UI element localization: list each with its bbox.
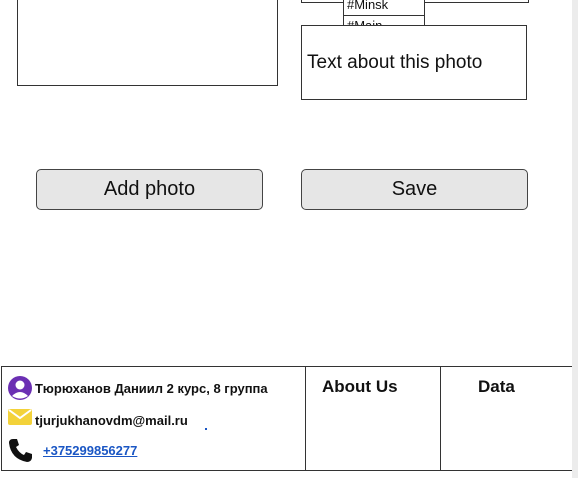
footer-divider [305, 367, 306, 470]
contact-name-row: Тюрюханов Даниил 2 курс, 8 группа [7, 375, 268, 401]
scrollbar-track[interactable] [572, 0, 578, 478]
tag-item[interactable]: #Minsk [343, 0, 425, 16]
user-circle-icon [7, 375, 35, 401]
photo-preview [17, 0, 278, 86]
envelope-icon [7, 407, 35, 433]
contact-column: Тюрюханов Даниил 2 курс, 8 группа tjurju… [2, 367, 305, 470]
contact-phone-row: +375299856277 [7, 437, 137, 463]
photo-description-field[interactable]: Text about this photo [301, 25, 527, 100]
about-us-heading[interactable]: About Us [322, 377, 398, 397]
contact-email-row: tjurjukhanovdm@mail.ru [7, 407, 188, 433]
page-canvas: #Minsk #Main Text about this photo Add p… [0, 0, 573, 478]
photo-description-text: Text about this photo [307, 52, 483, 73]
contact-name: Тюрюханов Даниил 2 курс, 8 группа [35, 380, 268, 396]
phone-link[interactable]: +375299856277 [43, 443, 137, 458]
add-photo-button[interactable]: Add photo [36, 169, 263, 210]
data-heading[interactable]: Data [478, 377, 515, 397]
stray-dot [205, 428, 207, 430]
footer-divider [440, 367, 441, 470]
save-button[interactable]: Save [301, 169, 528, 210]
phone-icon [7, 437, 35, 463]
contact-email: tjurjukhanovdm@mail.ru [35, 412, 188, 428]
footer: Тюрюханов Даниил 2 курс, 8 группа tjurju… [1, 366, 573, 471]
